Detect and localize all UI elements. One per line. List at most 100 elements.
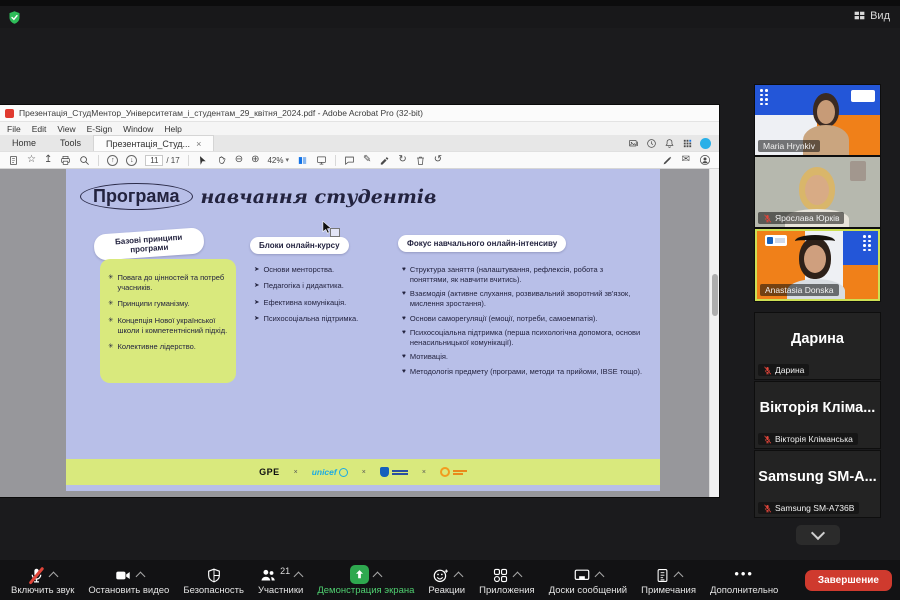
smiley-plus-icon — [432, 567, 450, 584]
apps-icon — [492, 567, 509, 584]
arrow-bullet-icon: ➤ — [254, 281, 259, 291]
chevron-up-icon[interactable] — [453, 571, 463, 581]
tab-document-label: Презентація_Студ... — [106, 139, 190, 149]
menu-esign[interactable]: E-Sign — [87, 124, 113, 134]
next-page-icon[interactable]: ↓ — [126, 155, 137, 166]
redo-icon[interactable]: ↻ — [398, 155, 406, 165]
scroll-participants-down-button[interactable] — [796, 525, 840, 545]
previous-page-icon[interactable]: ↑ — [107, 155, 118, 166]
list-item: ♥Методологія предмету (програми, методи … — [402, 367, 644, 377]
stop-video-button[interactable]: Остановить видео — [81, 560, 176, 600]
fill-sign-pen-icon[interactable] — [662, 155, 673, 166]
reactions-button[interactable]: Реакции — [421, 560, 472, 600]
list-item: ✳Принципи гуманізму. — [108, 299, 228, 309]
scrollbar-thumb[interactable] — [712, 274, 718, 316]
apps-button[interactable]: Приложения — [472, 560, 542, 600]
chevron-up-icon[interactable] — [594, 571, 604, 581]
trash-icon[interactable] — [415, 155, 426, 166]
logo-separator: × — [294, 469, 298, 476]
history-clock-icon[interactable] — [646, 138, 657, 149]
ellipsis-icon: ••• — [734, 569, 754, 579]
shield-icon — [206, 567, 222, 584]
share-screen-button[interactable]: Демонстрация экрана — [310, 560, 421, 600]
slide-title-rest: навчання студентів — [201, 186, 437, 208]
menu-view[interactable]: View — [57, 124, 75, 134]
participants-button[interactable]: 21 Участники — [251, 560, 310, 600]
chevron-up-icon[interactable] — [373, 571, 383, 581]
list-item: ✳Колективне лідерство. — [108, 342, 228, 352]
account-avatar[interactable] — [700, 138, 711, 149]
zoom-level-select[interactable]: 42% ▾ — [267, 156, 289, 165]
chevron-up-icon[interactable] — [674, 571, 684, 581]
undo-icon[interactable]: ↺ — [434, 155, 442, 165]
print-icon[interactable] — [60, 155, 71, 166]
vertical-scrollbar[interactable] — [709, 169, 719, 497]
presentation-icon[interactable] — [316, 155, 327, 166]
view-label: Вид — [870, 10, 890, 22]
apps-grid-icon[interactable] — [682, 138, 693, 149]
page-indicator[interactable]: 11 / 17 — [145, 155, 179, 166]
end-meeting-button[interactable]: Завершение — [805, 570, 892, 591]
chevron-up-icon[interactable] — [49, 571, 59, 581]
flower-bullet-icon: ✳ — [108, 342, 113, 352]
security-button[interactable]: Безопасность — [176, 560, 251, 600]
unmute-button[interactable]: Включить звук — [4, 560, 81, 600]
tab-document[interactable]: Презентація_Студ... × — [93, 135, 214, 151]
list-item: ➤Психосоціальна підтримка. — [254, 314, 394, 324]
notifications-bell-icon[interactable] — [664, 138, 675, 149]
flower-bullet-icon: ✳ — [108, 273, 113, 293]
heart-bullet-icon: ♥ — [402, 352, 406, 362]
video-tile-yaroslava[interactable]: Ярослава Юрків — [755, 157, 880, 227]
zoom-in-icon[interactable]: ⊕ — [251, 155, 259, 165]
video-tile-anastasia-active[interactable]: Anastasia Donska — [755, 229, 880, 301]
slide-title: Програма навчання студентів — [80, 183, 437, 210]
menu-edit[interactable]: Edit — [32, 124, 47, 134]
comment-icon[interactable] — [344, 155, 355, 166]
pencil-icon[interactable]: ✎ — [363, 155, 371, 165]
chevron-up-icon[interactable] — [513, 571, 523, 581]
heart-bullet-icon: ♥ — [402, 289, 406, 309]
media-icon[interactable] — [628, 138, 639, 149]
send-mail-icon[interactable]: ✉ — [682, 155, 690, 165]
chevron-up-icon[interactable] — [135, 571, 145, 581]
tile-options-dots-icon[interactable] — [760, 89, 770, 105]
page-current[interactable]: 11 — [145, 155, 163, 166]
star-favorites-icon[interactable]: ☆ — [27, 155, 36, 165]
toolbar-divider — [335, 155, 336, 166]
find-icon[interactable] — [79, 155, 90, 166]
zoom-out-icon[interactable]: ⊖ — [235, 155, 243, 165]
save-file-icon[interactable] — [8, 155, 19, 166]
tab-home[interactable]: Home — [0, 135, 48, 151]
more-button[interactable]: ••• Дополнительно — [703, 560, 785, 600]
chevron-down-icon: ▾ — [286, 156, 290, 164]
pdf-document-area: Програма навчання студентів Базові принц… — [0, 169, 719, 497]
view-button[interactable]: Вид — [853, 9, 890, 22]
list-item: ✳Концепція Нової української школи і ком… — [108, 316, 228, 336]
tile-options-dots-icon[interactable] — [863, 235, 873, 251]
list-item: ➤Педагогіка і дидактика. — [254, 281, 394, 291]
audio-tile-viktoriia[interactable]: Вікторія Кліма... Вікторія Кліманська — [755, 382, 880, 448]
profile-icon[interactable] — [699, 154, 711, 166]
menu-help[interactable]: Help — [164, 124, 181, 134]
whiteboards-button[interactable]: Доски сообщений — [542, 560, 634, 600]
page-view-icon[interactable] — [297, 155, 308, 166]
highlighter-icon[interactable] — [379, 155, 390, 166]
participant-display-name: Дарина — [755, 331, 880, 347]
video-tile-maria[interactable]: Maria Hrynkiv — [755, 85, 880, 155]
hand-tool-icon[interactable] — [216, 155, 227, 166]
notes-button[interactable]: Примечания — [634, 560, 703, 600]
menu-file[interactable]: File — [7, 124, 21, 134]
column2-list: ➤Основи менторства. ➤Педагогіка і дидакт… — [254, 265, 394, 331]
chevron-up-icon[interactable] — [294, 571, 304, 581]
share-upload-icon[interactable]: ↥ — [44, 155, 52, 165]
slide-title-oval: Програма — [80, 183, 193, 210]
tab-close-icon[interactable]: × — [196, 139, 201, 149]
tab-tools[interactable]: Tools — [48, 135, 93, 151]
background-logo — [765, 235, 787, 246]
audio-tile-samsung[interactable]: Samsung SM-A... Samsung SM-A736B — [755, 451, 880, 517]
menu-window[interactable]: Window — [123, 124, 153, 134]
audio-tile-daryna[interactable]: Дарина Дарина — [755, 313, 880, 379]
muted-mic-icon — [763, 214, 772, 223]
university-logo — [380, 467, 408, 477]
select-tool-icon[interactable] — [197, 155, 208, 166]
